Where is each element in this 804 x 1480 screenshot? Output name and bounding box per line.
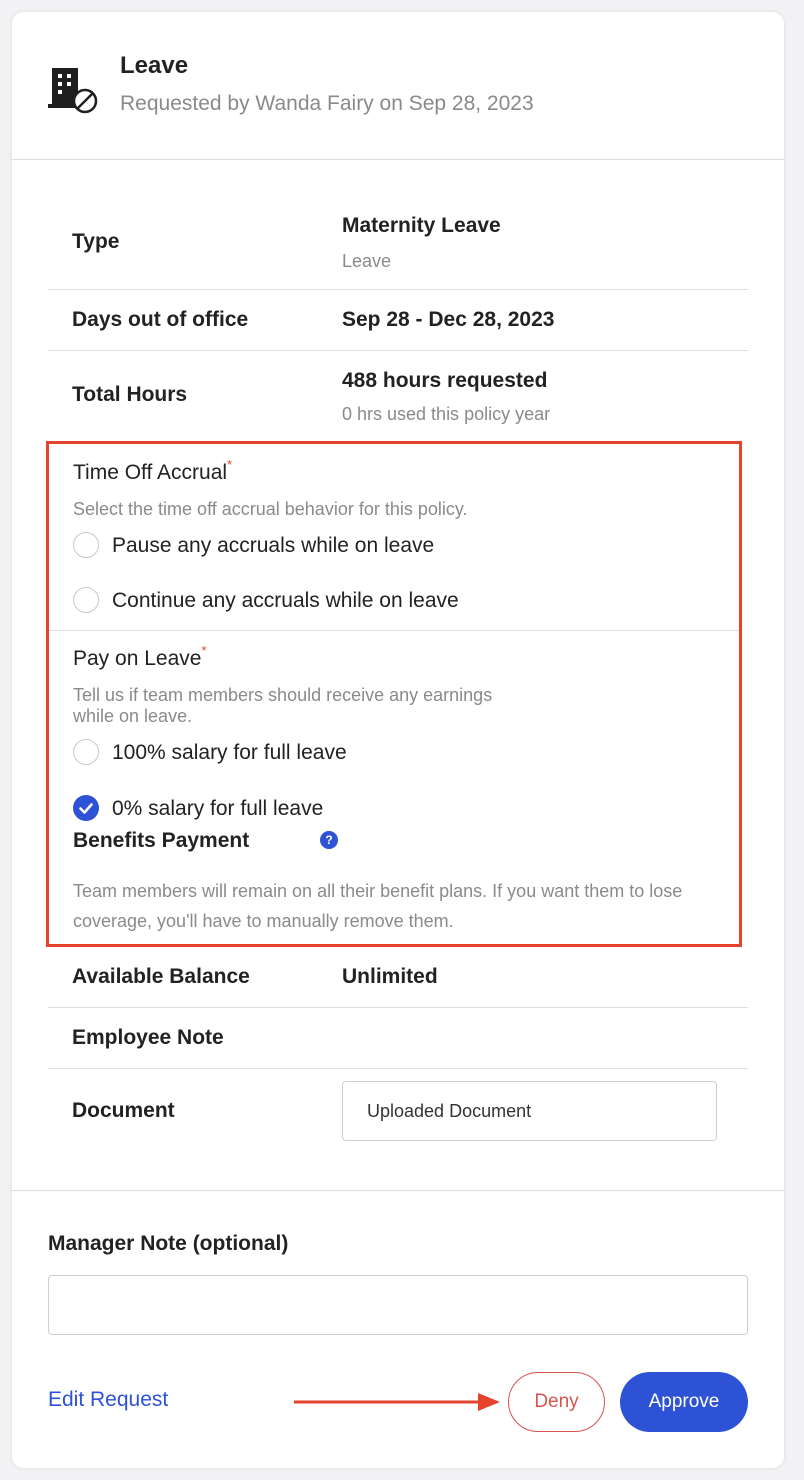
deny-button[interactable]: Deny — [508, 1372, 605, 1432]
document-row: Document Uploaded Document — [48, 1069, 748, 1157]
edit-request-link[interactable]: Edit Request — [48, 1388, 168, 1412]
checkmark-icon — [79, 803, 93, 814]
continue-accruals-radio[interactable] — [73, 587, 99, 613]
pause-accruals-radio[interactable] — [73, 532, 99, 558]
hours-label: Total Hours — [72, 383, 188, 406]
benefits-title: Benefits Payment — [73, 829, 250, 852]
full-salary-radio[interactable] — [73, 739, 99, 765]
accrual-title-text: Time Off Accrual — [73, 461, 228, 484]
type-row: Type Maternity Leave Leave — [48, 194, 748, 290]
zero-salary-label[interactable]: 0% salary for full leave — [112, 797, 323, 821]
leave-request-card: Leave Requested by Wanda Fairy on Sep 28… — [12, 12, 784, 1468]
request-meta: Requested by Wanda Fairy on Sep 28, 2023 — [120, 92, 534, 115]
building-blocked-icon — [48, 68, 98, 114]
required-mark: * — [201, 643, 207, 658]
approve-button[interactable]: Approve — [620, 1372, 748, 1432]
accrual-description: Select the time off accrual behavior for… — [73, 499, 468, 519]
document-label: Document — [72, 1099, 175, 1122]
employee-note-label: Employee Note — [72, 1026, 224, 1049]
balance-value: Unlimited — [342, 965, 438, 988]
accrual-title: Time Off Accrual* — [73, 457, 232, 485]
balance-row: Available Balance Unlimited — [48, 947, 748, 1008]
type-label: Type — [72, 230, 120, 253]
employee-note-row: Employee Note — [48, 1008, 748, 1069]
days-value: Sep 28 - Dec 28, 2023 — [342, 308, 555, 331]
full-salary-label[interactable]: 100% salary for full leave — [112, 741, 347, 765]
annotation-arrow-icon — [294, 1393, 500, 1411]
pay-description-line1: Tell us if team members should receive a… — [73, 685, 493, 705]
type-value: Maternity Leave — [342, 214, 501, 237]
hours-value: 488 hours requested — [342, 369, 548, 392]
manager-note-label: Manager Note (optional) — [48, 1232, 289, 1255]
request-header: Leave Requested by Wanda Fairy on Sep 28… — [12, 12, 784, 160]
hours-row: Total Hours 488 hours requested 0 hrs us… — [48, 351, 748, 441]
zero-salary-radio[interactable] — [73, 795, 99, 821]
days-row: Days out of office Sep 28 - Dec 28, 2023 — [48, 290, 748, 351]
highlighted-policy-section: Time Off Accrual* Select the time off ac… — [46, 441, 742, 947]
section-divider — [49, 630, 739, 631]
benefits-note: Team members will remain on all their be… — [73, 881, 683, 931]
uploaded-document-link[interactable]: Uploaded Document — [342, 1081, 717, 1141]
continue-accruals-label[interactable]: Continue any accruals while on leave — [112, 589, 459, 613]
pay-description-line2: while on leave. — [73, 706, 193, 726]
required-mark: * — [227, 457, 233, 472]
pay-title-text: Pay on Leave — [73, 647, 202, 670]
pay-title: Pay on Leave* — [73, 643, 207, 671]
type-subvalue: Leave — [342, 251, 392, 271]
manager-note-input[interactable] — [48, 1275, 748, 1335]
balance-label: Available Balance — [72, 965, 250, 988]
help-icon[interactable]: ? — [320, 831, 338, 849]
page-title: Leave — [120, 52, 189, 79]
pause-accruals-label[interactable]: Pause any accruals while on leave — [112, 534, 434, 558]
hours-subvalue: 0 hrs used this policy year — [342, 404, 551, 424]
pay-description: Tell us if team members should receive a… — [73, 685, 492, 727]
footer-divider — [12, 1190, 784, 1191]
days-label: Days out of office — [72, 308, 249, 331]
